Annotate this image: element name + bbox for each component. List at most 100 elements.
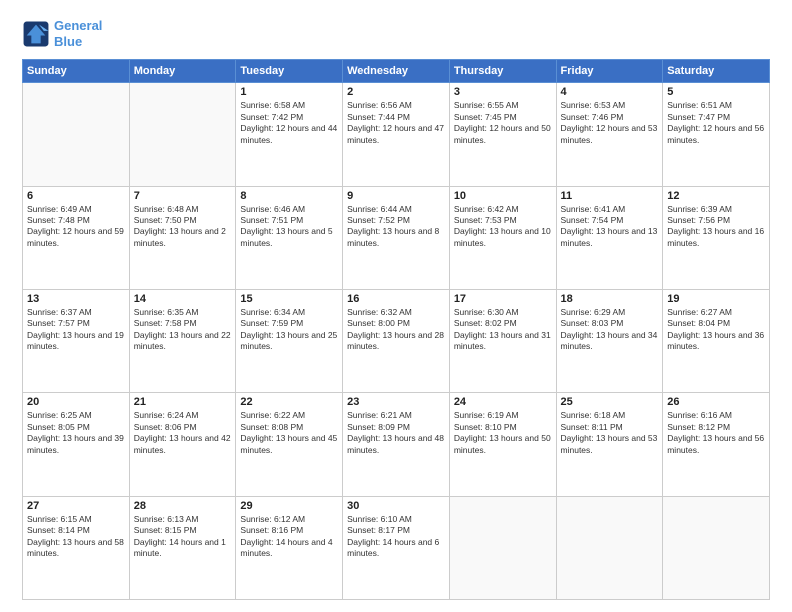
calendar-cell: 16 Sunrise: 6:32 AMSunset: 8:00 PMDayligh… — [343, 289, 450, 392]
calendar-cell: 29 Sunrise: 6:12 AMSunset: 8:16 PMDayligh… — [236, 496, 343, 599]
day-number: 2 — [347, 86, 445, 98]
day-number: 17 — [454, 293, 552, 305]
day-info: Sunrise: 6:49 AMSunset: 7:48 PMDaylight:… — [27, 204, 125, 250]
day-number: 26 — [667, 396, 765, 408]
day-info: Sunrise: 6:22 AMSunset: 8:08 PMDaylight:… — [240, 410, 338, 456]
day-info: Sunrise: 6:30 AMSunset: 8:02 PMDaylight:… — [454, 307, 552, 353]
calendar-cell: 17 Sunrise: 6:30 AMSunset: 8:02 PMDayligh… — [449, 289, 556, 392]
calendar-header-wednesday: Wednesday — [343, 60, 450, 83]
calendar-header-row: SundayMondayTuesdayWednesdayThursdayFrid… — [23, 60, 770, 83]
day-number: 28 — [134, 500, 232, 512]
day-info: Sunrise: 6:32 AMSunset: 8:00 PMDaylight:… — [347, 307, 445, 353]
calendar-week-row: 1 Sunrise: 6:58 AMSunset: 7:42 PMDaylight… — [23, 83, 770, 186]
calendar-cell: 15Sunrise: 6:34 AMSunset: 7:59 PMDayligh… — [236, 289, 343, 392]
calendar-cell: 25 Sunrise: 6:18 AMSunset: 8:11 PMDayligh… — [556, 393, 663, 496]
calendar-week-row: 27Sunrise: 6:15 AMSunset: 8:14 PMDayligh… — [23, 496, 770, 599]
calendar-cell — [449, 496, 556, 599]
calendar-cell: 12 Sunrise: 6:39 AMSunset: 7:56 PMDayligh… — [663, 186, 770, 289]
calendar-cell: 3Sunrise: 6:55 AMSunset: 7:45 PMDaylight… — [449, 83, 556, 186]
day-info: Sunrise: 6:15 AMSunset: 8:14 PMDaylight:… — [27, 514, 125, 560]
day-number: 25 — [561, 396, 659, 408]
day-info: Sunrise: 6:37 AMSunset: 7:57 PMDaylight:… — [27, 307, 125, 353]
day-number: 21 — [134, 396, 232, 408]
day-info: Sunrise: 6:29 AMSunset: 8:03 PMDaylight:… — [561, 307, 659, 353]
calendar-cell: 24Sunrise: 6:19 AMSunset: 8:10 PMDayligh… — [449, 393, 556, 496]
calendar-table: SundayMondayTuesdayWednesdayThursdayFrid… — [22, 59, 770, 600]
day-number: 20 — [27, 396, 125, 408]
day-number: 6 — [27, 190, 125, 202]
day-info: Sunrise: 6:35 AMSunset: 7:58 PMDaylight:… — [134, 307, 232, 353]
calendar-header-thursday: Thursday — [449, 60, 556, 83]
day-number: 16 — [347, 293, 445, 305]
calendar-cell: 20 Sunrise: 6:25 AMSunset: 8:05 PMDayligh… — [23, 393, 130, 496]
day-info: Sunrise: 6:46 AMSunset: 7:51 PMDaylight:… — [240, 204, 338, 250]
day-info: Sunrise: 6:53 AMSunset: 7:46 PMDaylight:… — [561, 100, 659, 146]
day-info: Sunrise: 6:58 AMSunset: 7:42 PMDaylight:… — [240, 100, 338, 146]
day-number: 11 — [561, 190, 659, 202]
calendar-header-saturday: Saturday — [663, 60, 770, 83]
day-info: Sunrise: 6:48 AMSunset: 7:50 PMDaylight:… — [134, 204, 232, 250]
calendar-cell: 14 Sunrise: 6:35 AMSunset: 7:58 PMDayligh… — [129, 289, 236, 392]
day-info: Sunrise: 6:51 AMSunset: 7:47 PMDaylight:… — [667, 100, 765, 146]
day-number: 22 — [240, 396, 338, 408]
day-info: Sunrise: 6:25 AMSunset: 8:05 PMDaylight:… — [27, 410, 125, 456]
day-info: Sunrise: 6:16 AMSunset: 8:12 PMDaylight:… — [667, 410, 765, 456]
calendar-cell: 26 Sunrise: 6:16 AMSunset: 8:12 PMDayligh… — [663, 393, 770, 496]
logo-icon — [22, 20, 50, 48]
calendar-header-tuesday: Tuesday — [236, 60, 343, 83]
day-number: 23 — [347, 396, 445, 408]
calendar-cell: 28Sunrise: 6:13 AMSunset: 8:15 PMDayligh… — [129, 496, 236, 599]
day-number: 24 — [454, 396, 552, 408]
calendar-cell: 18 Sunrise: 6:29 AMSunset: 8:03 PMDayligh… — [556, 289, 663, 392]
day-info: Sunrise: 6:39 AMSunset: 7:56 PMDaylight:… — [667, 204, 765, 250]
calendar-cell — [556, 496, 663, 599]
day-info: Sunrise: 6:24 AMSunset: 8:06 PMDaylight:… — [134, 410, 232, 456]
day-info: Sunrise: 6:18 AMSunset: 8:11 PMDaylight:… — [561, 410, 659, 456]
day-info: Sunrise: 6:21 AMSunset: 8:09 PMDaylight:… — [347, 410, 445, 456]
calendar-cell: 22 Sunrise: 6:22 AMSunset: 8:08 PMDayligh… — [236, 393, 343, 496]
calendar-cell: 27Sunrise: 6:15 AMSunset: 8:14 PMDayligh… — [23, 496, 130, 599]
day-number: 4 — [561, 86, 659, 98]
day-info: Sunrise: 6:12 AMSunset: 8:16 PMDaylight:… — [240, 514, 338, 560]
day-info: Sunrise: 6:56 AMSunset: 7:44 PMDaylight:… — [347, 100, 445, 146]
calendar-cell: 4 Sunrise: 6:53 AMSunset: 7:46 PMDaylight… — [556, 83, 663, 186]
day-number: 10 — [454, 190, 552, 202]
day-number: 3 — [454, 86, 552, 98]
day-info: Sunrise: 6:34 AMSunset: 7:59 PMDaylight:… — [240, 307, 338, 353]
day-number: 18 — [561, 293, 659, 305]
calendar-cell: 10 Sunrise: 6:42 AMSunset: 7:53 PMDayligh… — [449, 186, 556, 289]
day-number: 8 — [240, 190, 338, 202]
calendar-header-sunday: Sunday — [23, 60, 130, 83]
calendar-cell: 23 Sunrise: 6:21 AMSunset: 8:09 PMDayligh… — [343, 393, 450, 496]
day-info: Sunrise: 6:42 AMSunset: 7:53 PMDaylight:… — [454, 204, 552, 250]
calendar-header-monday: Monday — [129, 60, 236, 83]
page: General Blue SundayMondayTuesdayWednesda… — [0, 0, 792, 612]
calendar-cell — [23, 83, 130, 186]
calendar-cell — [129, 83, 236, 186]
day-number: 1 — [240, 86, 338, 98]
calendar-week-row: 20 Sunrise: 6:25 AMSunset: 8:05 PMDayligh… — [23, 393, 770, 496]
calendar-cell: 5Sunrise: 6:51 AMSunset: 7:47 PMDaylight… — [663, 83, 770, 186]
day-info: Sunrise: 6:44 AMSunset: 7:52 PMDaylight:… — [347, 204, 445, 250]
header: General Blue — [22, 18, 770, 49]
day-number: 19 — [667, 293, 765, 305]
day-info: Sunrise: 6:27 AMSunset: 8:04 PMDaylight:… — [667, 307, 765, 353]
calendar-header-friday: Friday — [556, 60, 663, 83]
logo: General Blue — [22, 18, 102, 49]
calendar-cell: 21 Sunrise: 6:24 AMSunset: 8:06 PMDayligh… — [129, 393, 236, 496]
calendar-cell: 6 Sunrise: 6:49 AMSunset: 7:48 PMDaylight… — [23, 186, 130, 289]
calendar-cell: 30Sunrise: 6:10 AMSunset: 8:17 PMDayligh… — [343, 496, 450, 599]
day-number: 7 — [134, 190, 232, 202]
calendar-cell: 2 Sunrise: 6:56 AMSunset: 7:44 PMDaylight… — [343, 83, 450, 186]
calendar-week-row: 13 Sunrise: 6:37 AMSunset: 7:57 PMDayligh… — [23, 289, 770, 392]
calendar-cell: 8 Sunrise: 6:46 AMSunset: 7:51 PMDaylight… — [236, 186, 343, 289]
calendar-cell: 7 Sunrise: 6:48 AMSunset: 7:50 PMDaylight… — [129, 186, 236, 289]
day-number: 13 — [27, 293, 125, 305]
calendar-cell: 13 Sunrise: 6:37 AMSunset: 7:57 PMDayligh… — [23, 289, 130, 392]
day-info: Sunrise: 6:41 AMSunset: 7:54 PMDaylight:… — [561, 204, 659, 250]
logo-text: General Blue — [54, 18, 102, 49]
day-number: 14 — [134, 293, 232, 305]
day-info: Sunrise: 6:10 AMSunset: 8:17 PMDaylight:… — [347, 514, 445, 560]
day-number: 29 — [240, 500, 338, 512]
day-number: 12 — [667, 190, 765, 202]
